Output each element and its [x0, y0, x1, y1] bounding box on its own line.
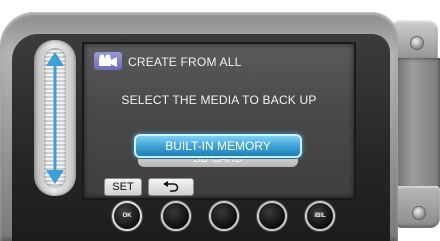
hinge-panel [394, 58, 440, 190]
set-button[interactable]: SET [104, 178, 142, 196]
ibil-button[interactable]: iBIL [305, 201, 335, 231]
lcd-screen: CREATE FROM ALL SELECT THE MEDIA TO BACK… [82, 42, 356, 200]
back-button[interactable] [148, 178, 194, 196]
screw-icon [412, 206, 426, 220]
return-arrow-icon [163, 181, 179, 192]
option-built-in-memory[interactable]: BUILT-IN MEMORY [134, 134, 302, 158]
menu-instruction: SELECT THE MEDIA TO BACK UP [121, 93, 317, 107]
menu-title: CREATE FROM ALL [128, 55, 242, 69]
camera-body: CREATE FROM ALL SELECT THE MEDIA TO BACK… [0, 0, 440, 241]
screw-icon [410, 36, 424, 50]
hardware-button-2[interactable] [161, 201, 191, 231]
ok-label: OK [122, 213, 132, 219]
up-down-arrow-icon [46, 52, 64, 184]
video-camera-icon [94, 52, 122, 70]
hardware-button-4[interactable] [257, 201, 287, 231]
hardware-button-3[interactable] [209, 201, 239, 231]
ok-button[interactable]: OK [112, 201, 142, 231]
ibil-label: iBIL [314, 213, 326, 219]
